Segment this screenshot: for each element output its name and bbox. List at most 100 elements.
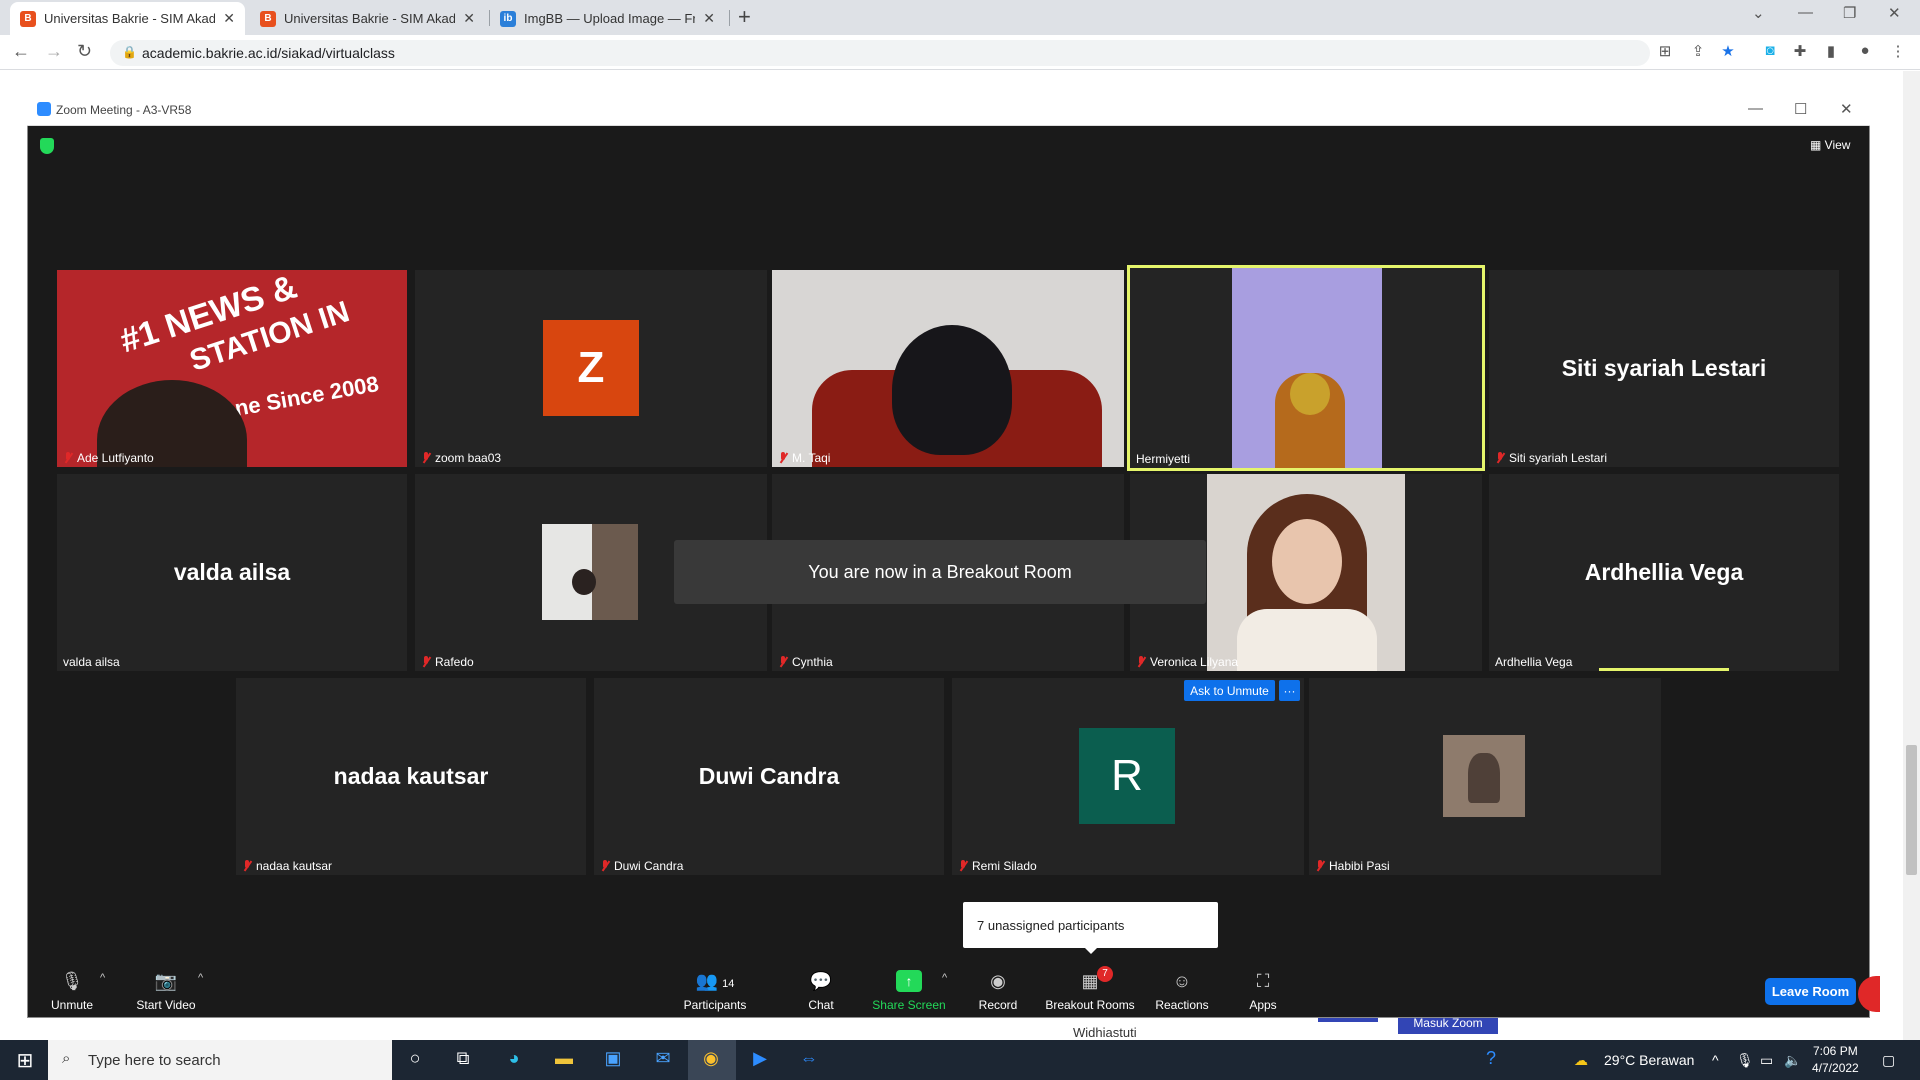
zoom-close-icon[interactable]: ✕ [1840,100,1853,118]
system-clock[interactable]: 7:06 PM 4/7/2022 [1812,1043,1859,1077]
tab-universitas-bakrie-2[interactable]: B Universitas Bakrie - SIM Akadem ✕ [250,2,485,35]
window-minimize-icon[interactable]: — [1798,4,1813,21]
chat-label: Chat [808,998,834,1012]
window-restore-icon[interactable]: ❐ [1843,4,1856,22]
participant-head [572,569,596,595]
page-scrollbar[interactable] [1903,71,1920,1041]
video-feed [1207,474,1405,671]
muted-mic-icon [778,656,788,668]
weather-text[interactable]: 29°C Berawan [1604,1052,1694,1068]
tab-search-chevron-icon[interactable]: ⌄ [1752,4,1765,22]
participant-more-button[interactable]: ··· [1279,680,1300,701]
lock-icon[interactable]: 🔒 [122,45,137,59]
muted-mic-icon [958,860,968,872]
extensions-puzzle-icon[interactable]: ✚ [1790,42,1810,62]
network-icon[interactable]: ▭ [1760,1052,1773,1069]
video-tile-ardhellia-vega[interactable]: Ardhellia Vega Ardhellia Vega [1489,474,1839,671]
taskbar-search-box[interactable]: ⌕ Type here to search [48,1040,392,1080]
notifications-icon[interactable]: ▢ [1882,1052,1895,1069]
participant-name: zoom baa03 [435,451,502,465]
back-arrow-icon[interactable]: ← [12,41,30,62]
start-video-label: Start Video [136,998,196,1012]
tray-expand-chevron-icon[interactable]: ^ [1712,1052,1719,1068]
close-tab-icon[interactable]: ✕ [223,10,235,27]
microsoft-store-icon[interactable]: ▣ [600,1048,626,1072]
participant-display-name: valda ailsa [173,559,291,585]
microphone-tray-icon[interactable]: 🎙 [1736,1052,1754,1069]
video-tile-habibi-pasi[interactable]: Habibi Pasi [1309,678,1661,875]
participant-display-name: Duwi Candra [698,763,840,789]
bookmark-star-icon[interactable]: ★ [1718,42,1738,62]
chat-button[interactable]: 💬 Chat [776,970,866,1012]
participant-name-label: Veronica Lilyana [1136,655,1238,669]
video-tile-zoom-baa03[interactable]: Z zoom baa03 [415,270,767,467]
cortana-circle-icon[interactable]: ○ [402,1048,428,1072]
tab-imgbb[interactable]: ib ImgBB — Upload Image — Free ✕ [490,2,725,35]
reload-icon[interactable]: ↻ [77,41,92,62]
participants-button[interactable]: 👥 14 Participants [670,970,760,1012]
weather-icon[interactable]: ☁ [1574,1052,1588,1069]
audio-options-chevron-icon[interactable]: ^ [100,972,105,984]
help-question-icon[interactable]: ? [1478,1048,1504,1072]
mail-icon[interactable]: ✉ [650,1048,676,1072]
participant-name: Siti syariah Lestari [1509,451,1608,465]
file-explorer-folder-icon[interactable]: ▬ [551,1048,577,1072]
side-panel-icon[interactable]: ▮ [1821,42,1841,62]
participant-name-label: Remi Silado [958,859,1037,873]
url-text[interactable]: academic.bakrie.ac.id/siakad/virtualclas… [142,45,395,61]
ask-to-unmute-button[interactable]: Ask to Unmute [1184,680,1275,701]
encryption-shield-icon[interactable] [40,138,54,154]
view-button[interactable]: ▦ View [1810,138,1850,152]
video-tile-m-taqi[interactable]: M. Taqi [772,270,1124,467]
window-close-icon[interactable]: ✕ [1888,4,1901,22]
breakout-rooms-button[interactable]: ▦ 7 Breakout Rooms [1045,966,1135,1012]
participant-name-label: nadaa kautsar [242,859,332,873]
video-options-chevron-icon[interactable]: ^ [198,972,203,984]
apps-icon: ⛶ [1256,971,1270,991]
video-tile-valda-ailsa[interactable]: valda ailsa valda ailsa [57,474,407,671]
task-view-icon[interactable]: ⧉ [450,1048,476,1072]
tab-universitas-bakrie-1[interactable]: B Universitas Bakrie - SIM Akadem ✕ [10,2,245,35]
page-scrollbar-thumb[interactable] [1906,745,1917,875]
volume-icon[interactable]: 🔈 [1784,1052,1801,1069]
tab-title: Universitas Bakrie - SIM Akadem [44,11,216,26]
video-tile-ade-lutfiyanto[interactable]: #1 NEWS & STATION IN One Since 2008 Ade … [57,270,407,467]
unassigned-participants-popup[interactable]: 7 unassigned participants [963,902,1218,948]
video-tile-hermiyetti-active-speaker[interactable]: Hermiyetti [1127,265,1485,471]
record-button[interactable]: ◉ Record [953,970,1043,1012]
windows-start-icon[interactable]: ⊞ [12,1048,38,1072]
participant-name: M. Taqi [792,451,831,465]
zoom-maximize-icon[interactable]: ☐ [1794,100,1807,118]
close-tab-icon[interactable]: ✕ [703,10,715,27]
apps-button[interactable]: ⛶ Apps [1218,970,1308,1012]
chrome-icon[interactable]: ◉ [698,1048,724,1072]
share-screen-button[interactable]: ↑ Share Screen [864,970,954,1012]
clock-time: 7:06 PM [1813,1044,1858,1058]
video-off-icon: 📷 [154,971,178,991]
close-tab-icon[interactable]: ✕ [463,10,475,27]
record-label: Record [978,998,1018,1012]
leave-room-button[interactable]: Leave Room [1765,978,1856,1005]
share-icon[interactable]: ⇪ [1688,42,1708,62]
muted-mic-icon [1495,452,1505,464]
profile-avatar-icon[interactable]: ● [1855,42,1875,62]
reactions-button[interactable]: ☺ Reactions [1137,970,1227,1012]
browser-menu-icon[interactable]: ⋮ [1888,42,1908,62]
translate-icon[interactable]: ⊞ [1655,42,1675,62]
zoom-app-icon[interactable]: ▶ [747,1048,773,1072]
edge-browser-icon[interactable]: ◕ [501,1048,527,1072]
zoom-minimize-icon[interactable]: — [1748,100,1763,117]
teamviewer-icon[interactable]: ⇔ [796,1048,822,1072]
participant-head [1290,373,1330,415]
video-tile-nadaa-kautsar[interactable]: nadaa kautsar nadaa kautsar [236,678,586,875]
forward-arrow-icon[interactable]: → [45,41,63,62]
participant-name-label: Habibi Pasi [1315,859,1390,873]
video-tile-siti-syariah-lestari[interactable]: Siti syariah Lestari Siti syariah Lestar… [1489,270,1839,467]
share-options-chevron-icon[interactable]: ^ [942,972,947,984]
popup-pointer [1084,947,1098,954]
participant-name: valda ailsa [63,655,120,669]
new-tab-plus-icon[interactable]: + [738,4,751,30]
extension-capture-icon[interactable]: ◙ [1760,42,1780,62]
video-tile-remi-silado[interactable]: R Remi Silado [952,678,1304,875]
video-tile-duwi-candra[interactable]: Duwi Candra Duwi Candra [594,678,944,875]
